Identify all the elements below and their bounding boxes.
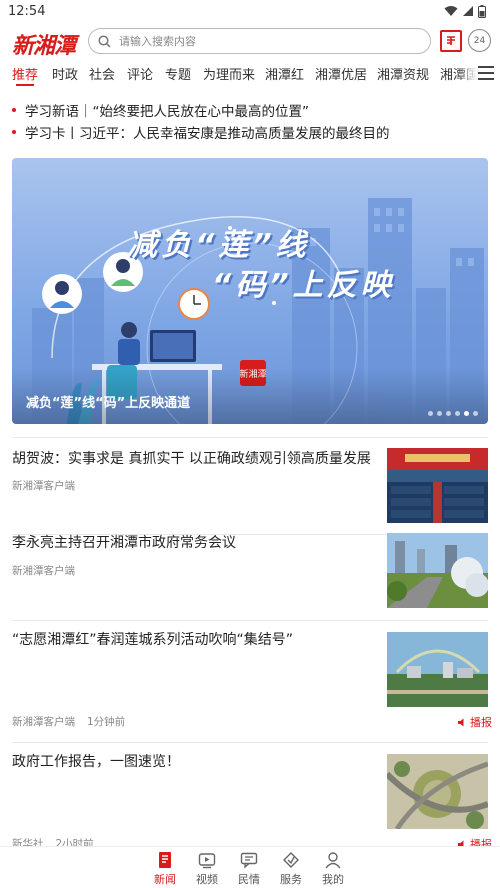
news-icon [159, 852, 171, 868]
signal-icon [463, 6, 473, 16]
nav-service[interactable]: 服务 [271, 851, 311, 887]
search-bar[interactable]: 请输入搜索内容 [88, 28, 431, 54]
news-source: 新湘潭客户端 [12, 480, 75, 492]
banner-caption: 减负“莲”线“码”上反映通道 [26, 396, 191, 411]
nav-label: 服务 [280, 873, 302, 886]
nav-label: 民情 [238, 873, 260, 886]
banner-title-line1: 减负“莲”线 [127, 228, 310, 263]
search-icon [98, 34, 111, 48]
carousel-dot[interactable] [437, 411, 442, 416]
news-thumbnail[interactable] [387, 632, 488, 707]
tab-society[interactable]: 社会 [89, 64, 115, 83]
news-thumbnail[interactable] [387, 754, 488, 829]
news-title[interactable]: 胡贺波：实事求是 真抓实干 以正确政绩观引领高质量发展 [12, 449, 374, 469]
bullet-icon [12, 130, 16, 134]
app-header: 新湘潭 请输入搜索内容 24 [0, 26, 500, 59]
status-bar: 12:54 [0, 0, 500, 22]
tab-special[interactable]: 专题 [165, 64, 191, 83]
news-source: 新湘潭客户端 [12, 565, 75, 577]
headline-item[interactable]: 学习卡丨习近平：人民幸福安康是推动高质量发展的最终目的 [12, 122, 390, 142]
nav-news[interactable]: 新闻 [145, 851, 185, 887]
tab-xiangtan-planning[interactable]: 湘潭资规 [377, 64, 429, 83]
speaker-icon [458, 718, 464, 726]
status-icons [444, 4, 486, 18]
carousel-dot[interactable] [446, 411, 451, 416]
tab-politics[interactable]: 时政 [52, 64, 78, 83]
news-thumbnail[interactable] [387, 533, 488, 608]
channel-menu-icon[interactable] [478, 66, 494, 80]
nav-profile[interactable]: 我的 [313, 851, 353, 887]
carousel-dot[interactable] [473, 411, 478, 416]
carousel-dot[interactable] [428, 411, 433, 416]
news-thumbnail[interactable] [387, 448, 488, 523]
news-meta: 新湘潭客户端 [12, 563, 75, 578]
tab-xiangtan-living[interactable]: 湘潭优居 [315, 64, 367, 83]
bottom-navigation: 新闻 视频 民情 服务 我的 [0, 846, 500, 888]
chat-icon [240, 852, 258, 869]
news-meta: 新湘潭客户端 [12, 478, 75, 493]
news-title[interactable]: 李永亮主持召开湘潭市政府常务会议 [12, 533, 374, 553]
nav-label: 视频 [196, 873, 218, 886]
carousel-indicator [428, 411, 478, 416]
app-logo[interactable]: 新湘潭 [12, 28, 76, 60]
divider [12, 437, 488, 438]
divider [12, 620, 488, 621]
live-24h-icon[interactable]: 24 [468, 29, 491, 52]
banner-carousel[interactable]: 新湘潭 减负“莲”线 “码”上反映 减负“莲”线“码”上反映通道 [12, 158, 488, 424]
search-placeholder: 请输入搜索内容 [119, 35, 196, 48]
headline-item[interactable]: 学习新语｜“始终要把人民放在心中最高的位置” [12, 100, 309, 120]
channel-tabs: 推荐 时政 社会 评论 专题 为理而来 湘潭红 湘潭优居 湘潭资规 湘潭国 [0, 62, 500, 88]
news-source: 新湘潭客户端 [12, 716, 75, 728]
play-broadcast-label: 播报 [470, 716, 492, 729]
nav-label: 我的 [322, 873, 344, 886]
news-title[interactable]: 政府工作报告，一图速览！ [12, 752, 374, 772]
tab-for-reason[interactable]: 为理而来 [203, 64, 255, 83]
news-time: 1分钟前 [87, 716, 126, 728]
tab-xiangtan-red[interactable]: 湘潭红 [265, 64, 304, 83]
nav-video[interactable]: 视频 [187, 851, 227, 887]
banner-title-line2: “码”上反映 [212, 268, 395, 303]
profile-icon [325, 852, 341, 869]
video-icon [198, 853, 216, 869]
wifi-icon [444, 6, 458, 16]
status-time: 12:54 [8, 3, 46, 19]
nav-public-opinion[interactable]: 民情 [229, 851, 269, 887]
carousel-dot[interactable] [455, 411, 460, 416]
service-icon [283, 852, 299, 868]
battery-icon [478, 4, 486, 18]
play-broadcast-button[interactable]: 播报 [458, 714, 492, 730]
newspaper-icon[interactable] [440, 30, 462, 52]
news-title[interactable]: “志愿湘潭红”春润莲城系列活动吹响“集结号” [12, 630, 374, 650]
tab-recommend[interactable]: 推荐 [12, 64, 38, 83]
divider [12, 742, 488, 743]
headline-text: 学习卡丨习近平：人民幸福安康是推动高质量发展的最终目的 [25, 126, 390, 142]
active-tab-indicator [16, 84, 34, 86]
bullet-icon [12, 108, 16, 112]
news-meta: 新湘潭客户端 1分钟前 [12, 714, 125, 729]
nav-label: 新闻 [154, 873, 176, 886]
tab-commentary[interactable]: 评论 [127, 64, 153, 83]
headline-text: 学习新语｜“始终要把人民放在心中最高的位置” [25, 104, 309, 120]
carousel-dot-active[interactable] [464, 411, 469, 416]
